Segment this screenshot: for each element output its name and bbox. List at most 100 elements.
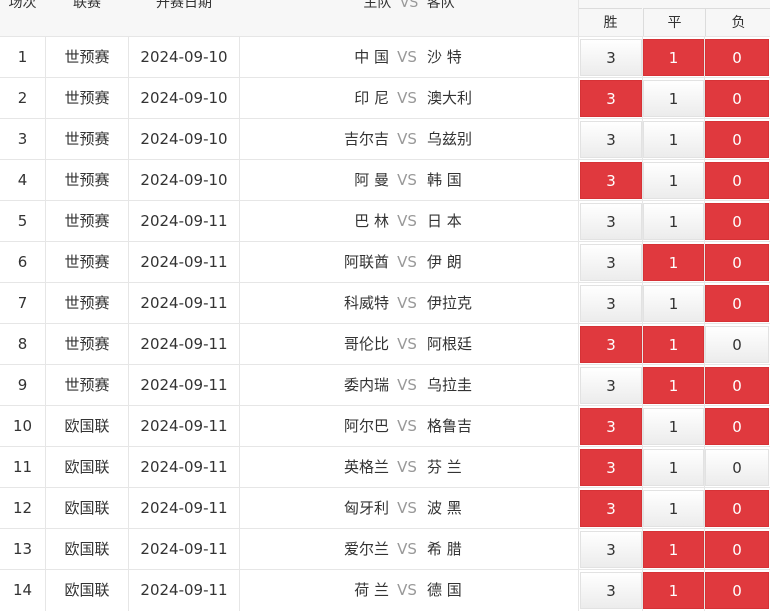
odds-draw-button[interactable]: 1 xyxy=(643,39,704,76)
odds-win-button[interactable]: 3 xyxy=(580,572,642,609)
match-date: 2024-09-10 xyxy=(140,89,228,107)
match-no: 13 xyxy=(12,540,33,558)
odds-win-button[interactable]: 3 xyxy=(580,490,642,527)
odds-draw-button[interactable]: 1 xyxy=(643,203,704,240)
odds-loss-button[interactable]: 0 xyxy=(705,572,769,609)
odds-win-button[interactable]: 3 xyxy=(580,244,642,281)
header-draw: 平 xyxy=(643,8,705,37)
teams: 阿联酋 VS 伊 朗 xyxy=(240,242,578,283)
header-teams: 主队 VS 客队 xyxy=(240,0,578,12)
teams: 阿 曼 VS 韩 国 xyxy=(240,160,578,201)
match-date: 2024-09-11 xyxy=(140,417,228,435)
odds-draw-button[interactable]: 1 xyxy=(643,162,704,199)
odds-draw-button[interactable]: 1 xyxy=(643,121,704,158)
home-team: 科威特 xyxy=(343,294,389,312)
home-team: 吉尔吉 xyxy=(343,130,389,148)
away-team: 澳大利 xyxy=(427,89,473,107)
away-team: 乌拉圭 xyxy=(427,376,473,394)
odds-loss-button[interactable]: 0 xyxy=(705,531,769,568)
teams: 哥伦比 VS 阿根廷 xyxy=(240,324,578,365)
odds-loss-button[interactable]: 0 xyxy=(705,244,769,281)
league-name: 世预赛 xyxy=(64,335,110,353)
odds-loss-button[interactable]: 0 xyxy=(705,39,769,76)
match-date: 2024-09-11 xyxy=(140,335,228,353)
odds-draw-button[interactable]: 1 xyxy=(643,408,704,445)
home-team: 中 国 xyxy=(354,48,389,66)
header-match-no: 场次 xyxy=(8,0,37,11)
odds-win-button[interactable]: 3 xyxy=(580,449,642,486)
home-team: 阿尔巴 xyxy=(343,417,389,435)
odds-loss-button[interactable]: 0 xyxy=(705,490,769,527)
teams: 科威特 VS 伊拉克 xyxy=(240,283,578,324)
match-no: 10 xyxy=(12,417,33,435)
odds-draw-button[interactable]: 1 xyxy=(643,367,704,404)
odds-loss-button[interactable]: 0 xyxy=(705,121,769,158)
league-name: 世预赛 xyxy=(64,171,110,189)
table-row: 1 世预赛 2024-09-10 中 国 VS 沙 特310 xyxy=(0,36,770,78)
match-no: 2 xyxy=(17,89,28,107)
table-row: 2 世预赛 2024-09-10 印 尼 VS 澳大利 3 1 0 xyxy=(0,77,770,119)
vs-label: VS xyxy=(397,417,417,435)
table-row: 13 欧国联 2024-09-11 爱尔兰 VS 希 腊 310 xyxy=(0,528,770,570)
odds-win-button[interactable]: 3 xyxy=(580,367,642,404)
home-team: 哥伦比 xyxy=(343,335,389,353)
odds-draw-button[interactable]: 1 xyxy=(643,80,704,117)
odds-win-button[interactable]: 3 xyxy=(580,531,642,568)
odds-draw-button[interactable]: 1 xyxy=(643,531,704,568)
away-team: 伊拉克 xyxy=(427,294,473,312)
odds-win-button[interactable]: 3 xyxy=(580,162,642,199)
odds-draw-button[interactable]: 1 xyxy=(643,572,704,609)
teams: 印 尼 VS 澳大利 xyxy=(240,78,578,119)
odds-draw-button[interactable]: 1 xyxy=(643,244,704,281)
away-team: 日 本 xyxy=(427,212,462,230)
odds-win-button[interactable]: 3 xyxy=(580,408,642,445)
odds-draw-button[interactable]: 1 xyxy=(643,326,704,363)
odds-win-button[interactable]: 3 xyxy=(580,326,642,363)
away-team: 阿根廷 xyxy=(427,335,473,353)
table-row: 7 世预赛 2024-09-11 科威特 VS 伊拉克 3 1 0 xyxy=(0,282,770,324)
odds-loss-button[interactable]: 0 xyxy=(705,408,769,445)
header-date: 开赛日期 xyxy=(156,0,212,11)
odds-draw-button[interactable]: 1 xyxy=(643,490,704,527)
table-row: 9 世预赛 2024-09-11 委内瑞 VS 乌拉圭 3 1 0 xyxy=(0,364,770,406)
odds-loss-button[interactable]: 0 xyxy=(705,367,769,404)
odds-loss-button[interactable]: 0 xyxy=(705,285,769,322)
vs-label: VS xyxy=(397,499,417,517)
vs-label: VS xyxy=(397,130,417,148)
odds-win-button[interactable]: 3 xyxy=(580,80,642,117)
away-team: 芬 兰 xyxy=(427,458,462,476)
league-name: 世预赛 xyxy=(64,376,110,394)
away-team: 波 黑 xyxy=(427,499,462,517)
vs-label: VS xyxy=(397,335,417,353)
odds-win-button[interactable]: 3 xyxy=(580,121,642,158)
home-team: 英格兰 xyxy=(343,458,389,476)
league-name: 欧国联 xyxy=(64,458,110,476)
table-row: 11 欧国联 2024-09-11 英格兰 VS 芬 兰 310 xyxy=(0,446,770,488)
odds-draw-button[interactable]: 1 xyxy=(643,449,704,486)
table-row: 14 欧国联 2024-09-11 荷 兰 VS 德 国 310 xyxy=(0,569,770,611)
odds-loss-button[interactable]: 0 xyxy=(705,162,769,199)
match-no: 5 xyxy=(17,212,28,230)
league-name: 世预赛 xyxy=(64,89,110,107)
odds-loss-button[interactable]: 0 xyxy=(705,80,769,117)
match-no: 8 xyxy=(17,335,28,353)
odds-loss-button[interactable]: 0 xyxy=(705,326,769,363)
odds-loss-button[interactable]: 0 xyxy=(705,203,769,240)
odds-win-button[interactable]: 3 xyxy=(580,203,642,240)
odds-win-button[interactable]: 3 xyxy=(580,39,642,76)
match-no: 4 xyxy=(17,171,28,189)
vs-label: VS xyxy=(397,89,417,107)
odds-win-button[interactable]: 3 xyxy=(580,285,642,322)
home-team: 阿 曼 xyxy=(354,171,389,189)
league-name: 世预赛 xyxy=(64,130,110,148)
odds-draw-button[interactable]: 1 xyxy=(643,285,704,322)
table-row: 12 欧国联 2024-09-11 匈牙利 VS 波 黑 310 xyxy=(0,487,770,529)
teams: 爱尔兰 VS 希 腊 xyxy=(240,529,578,570)
odds-loss-button[interactable]: 0 xyxy=(705,449,769,486)
league-name: 欧国联 xyxy=(64,499,110,517)
away-team: 德 国 xyxy=(427,581,462,599)
match-date: 2024-09-11 xyxy=(140,212,228,230)
match-no: 11 xyxy=(12,458,33,476)
match-date: 2024-09-11 xyxy=(140,458,228,476)
match-date: 2024-09-10 xyxy=(140,130,228,148)
